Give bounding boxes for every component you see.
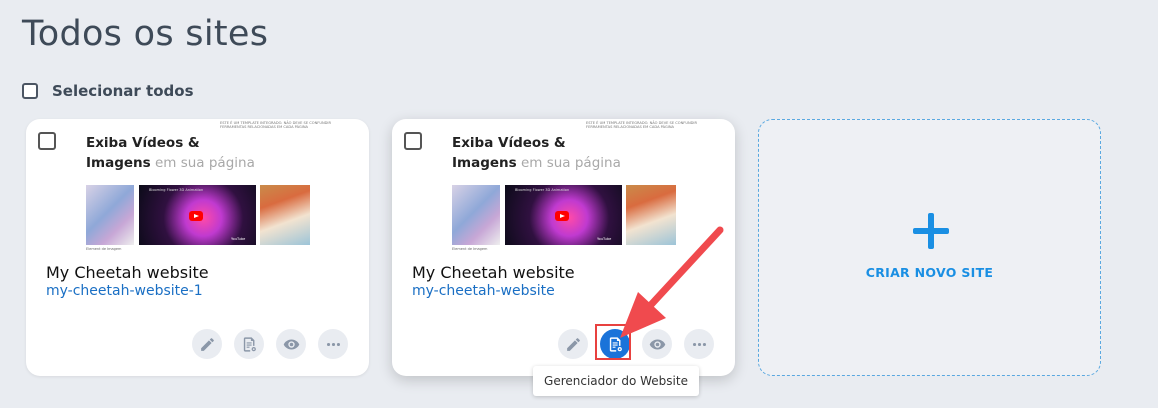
eye-icon [283,339,299,349]
site-actions [192,329,348,359]
create-new-site-card[interactable]: CRIAR NOVO SITE [758,119,1101,376]
select-all[interactable]: Selecionar todos [22,82,194,100]
edit-button[interactable] [558,329,588,359]
thumbnail-tiny-text: Este é um template integrado. Não deve s… [586,121,697,130]
preview-button[interactable] [276,329,306,359]
site-select-checkbox[interactable] [404,132,422,150]
site-slug[interactable]: my-cheetah-website [412,283,555,299]
site-thumbnail[interactable]: Este é um template integrado. Não deve s… [86,119,336,259]
site-slug[interactable]: my-cheetah-website-1 [46,283,203,299]
thumbnail-tiny-text: Este é um template integrado. Não deve s… [220,121,331,130]
more-button[interactable] [318,329,348,359]
thumbnail-title: Exiba Vídeos & Imagens em sua página [452,135,621,171]
pencil-icon [566,337,580,351]
more-icon [326,342,340,346]
site-select-checkbox[interactable] [38,132,56,150]
youtube-play-icon [189,211,203,221]
thumbnail-image-2 [260,185,310,245]
thumbnail-image-1 [452,185,500,245]
create-new-site-label: CRIAR NOVO SITE [865,265,994,280]
site-name: My Cheetah website [412,263,575,282]
plus-icon [913,213,949,249]
site-name: My Cheetah website [46,263,209,282]
annotation-arrow [620,226,724,338]
site-card[interactable]: Este é um template integrado. Não deve s… [26,119,369,376]
page-title: Todos os sites [22,14,269,54]
youtube-play-icon [555,211,569,221]
select-all-label: Selecionar todos [52,82,194,100]
website-manager-icon [243,336,256,352]
thumbnail-image-1 [86,185,134,245]
thumbnail-title: Exiba Vídeos & Imagens em sua página [86,135,255,171]
edit-button[interactable] [192,329,222,359]
website-manager-button[interactable] [234,329,264,359]
thumbnail-video: Blooming Flower 3D Animation YouTube [139,185,256,245]
tooltip: Gerenciador do Website [533,366,699,396]
pencil-icon [200,337,214,351]
select-all-checkbox[interactable] [22,83,38,99]
